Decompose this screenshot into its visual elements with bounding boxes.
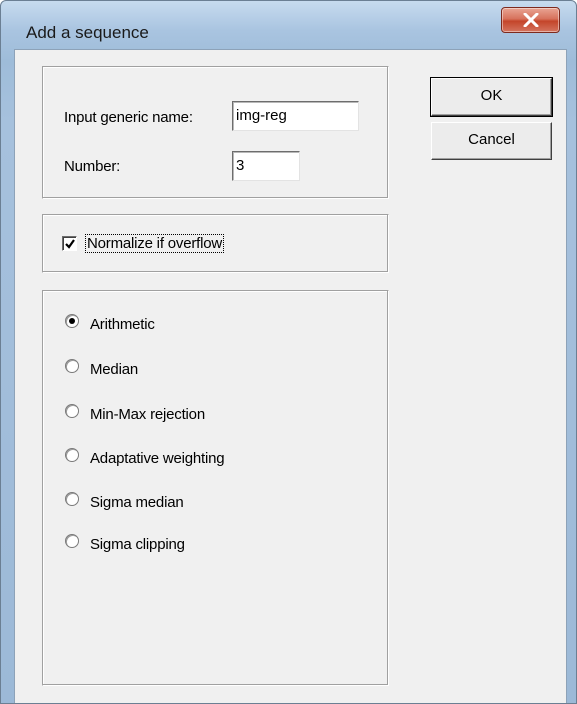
dialog-client-area: Input generic name: img-reg Number: 3 No… [14, 49, 567, 703]
dialog-window: Add a sequence Input generic name: img-r… [0, 0, 577, 704]
generic-name-label: Input generic name: [64, 109, 193, 126]
method-group: Arithmetic Median Min-Max rejection Adap… [42, 290, 389, 686]
radio-adaptative-weighting[interactable] [65, 448, 79, 462]
radio-label-adaptative-weighting[interactable]: Adaptative weighting [90, 450, 225, 467]
close-button[interactable] [501, 7, 560, 33]
radio-label-median[interactable]: Median [90, 361, 138, 378]
generic-name-input[interactable]: img-reg [232, 101, 359, 131]
radio-label-arithmetic[interactable]: Arithmetic [90, 316, 155, 333]
radio-sigma-clipping[interactable] [65, 534, 79, 548]
normalize-group: Normalize if overflow [42, 214, 389, 273]
radio-label-sigma-median[interactable]: Sigma median [90, 494, 184, 511]
number-label: Number: [64, 158, 121, 175]
radio-selected-dot [69, 318, 75, 324]
ok-button[interactable]: OK [430, 77, 553, 117]
radio-label-min-max-rejection[interactable]: Min-Max rejection [90, 406, 205, 423]
radio-min-max-rejection[interactable] [65, 404, 79, 418]
cancel-button[interactable]: Cancel [431, 122, 552, 160]
window-title: Add a sequence [26, 23, 149, 42]
radio-median[interactable] [65, 359, 79, 373]
radio-label-sigma-clipping[interactable]: Sigma clipping [90, 536, 185, 553]
radio-sigma-median[interactable] [65, 492, 79, 506]
input-group: Input generic name: img-reg Number: 3 [42, 66, 389, 199]
normalize-label-text: Normalize if overflow [84, 234, 225, 253]
title-bar[interactable]: Add a sequence [1, 1, 576, 42]
normalize-checkbox[interactable] [62, 236, 77, 251]
radio-arithmetic[interactable] [65, 314, 79, 328]
close-icon [523, 13, 539, 27]
normalize-label[interactable]: Normalize if overflow [84, 234, 225, 253]
number-input[interactable]: 3 [232, 151, 300, 181]
checkmark-icon [65, 239, 75, 249]
